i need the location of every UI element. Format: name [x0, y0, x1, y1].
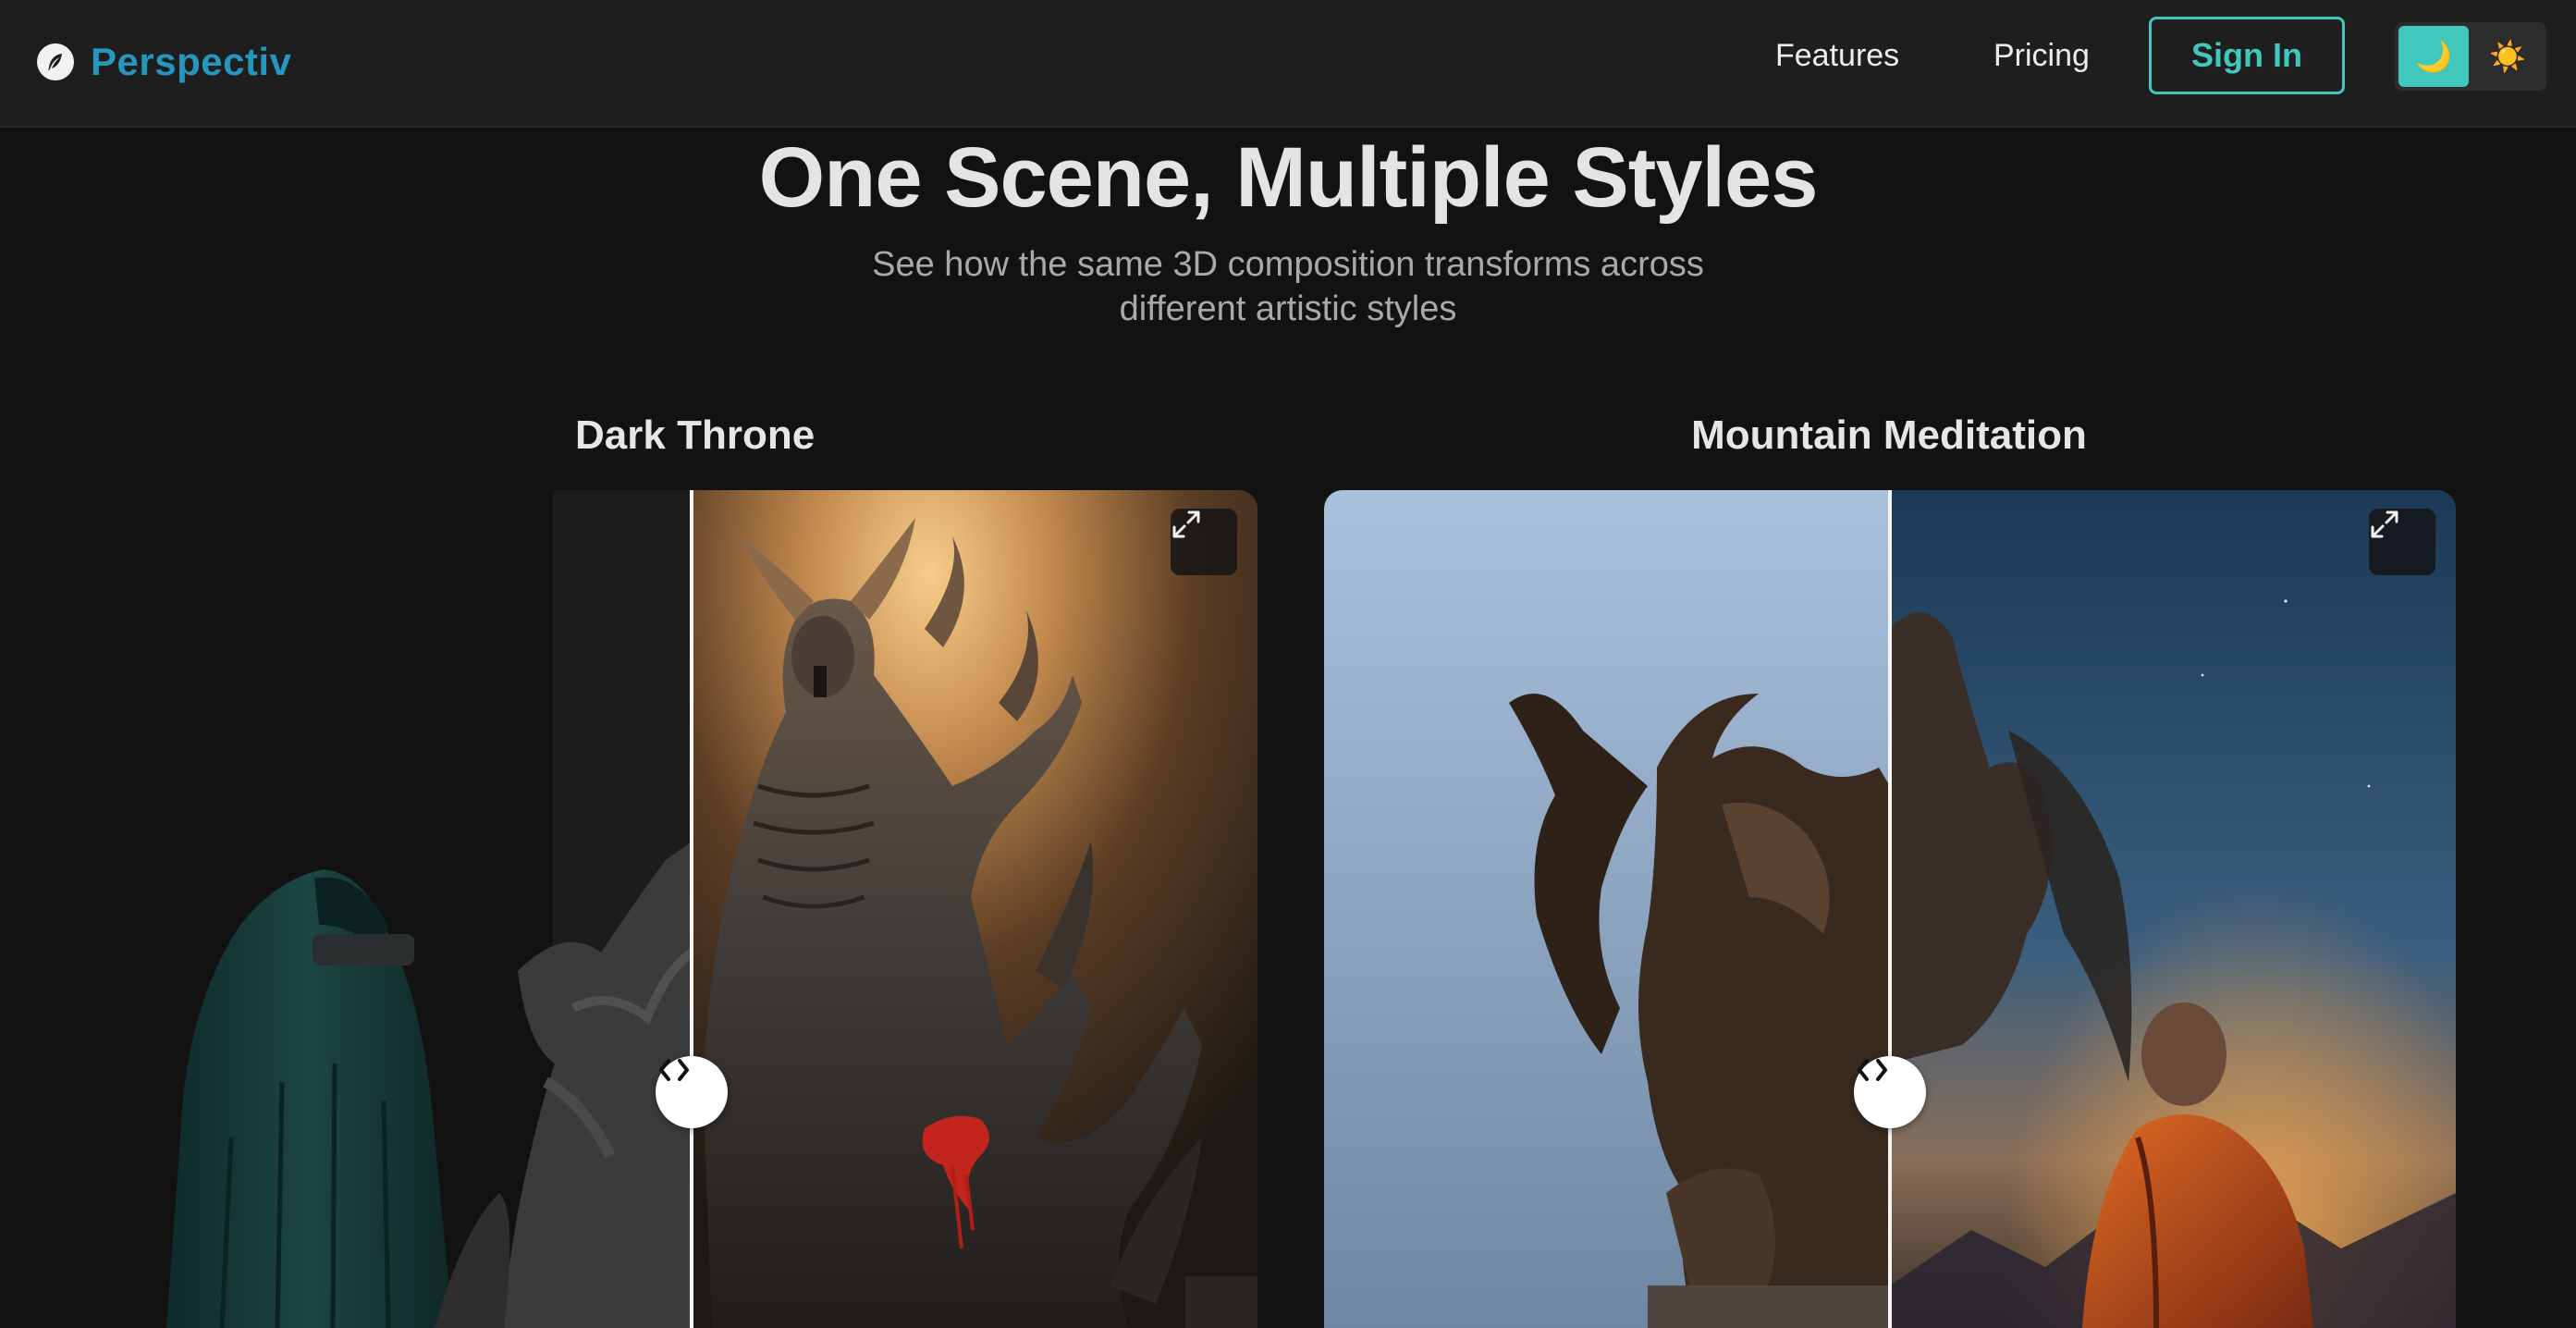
subtitle-line-2: different artistic styles — [1119, 289, 1457, 328]
chevrons-left-right-icon — [659, 1059, 689, 1081]
expand-icon — [1172, 510, 1200, 538]
brand-logo[interactable]: Perspectiv — [37, 33, 291, 91]
comparison-slider-dark-throne[interactable] — [0, 490, 1257, 1328]
chevrons-left-right-icon — [1858, 1059, 1887, 1081]
brand-name: Perspectiv — [91, 40, 292, 83]
comparison-divider — [690, 490, 693, 1328]
sign-in-button[interactable]: Sign In — [2149, 17, 2345, 94]
comparison-divider — [1888, 490, 1892, 1328]
feather-icon — [37, 43, 74, 80]
nav-link-pricing[interactable]: Pricing — [1993, 37, 2090, 74]
slider-handle[interactable] — [656, 1056, 728, 1128]
comparison-title-dark-throne: Dark Throne — [575, 412, 816, 458]
nav-link-features[interactable]: Features — [1775, 37, 1899, 74]
comparison-slider-mountain-meditation[interactable] — [1324, 490, 2456, 1328]
dark-mode-button[interactable]: 🌙 — [2398, 26, 2469, 87]
fullscreen-button[interactable] — [2369, 509, 2435, 575]
dark-throne-image — [0, 490, 1257, 1328]
subtitle-line-1: See how the same 3D composition transfor… — [872, 245, 1704, 284]
expand-icon — [2371, 510, 2398, 538]
theme-toggle: 🌙 ☀️ — [2395, 22, 2546, 91]
slider-handle[interactable] — [1854, 1056, 1926, 1128]
moon-icon: 🌙 — [2415, 40, 2452, 73]
fullscreen-button[interactable] — [1171, 509, 1237, 575]
comparison-title-mountain-meditation: Mountain Meditation — [1691, 412, 2087, 458]
section-title: One Scene, Multiple Styles — [758, 130, 1819, 225]
sun-icon: ☀️ — [2489, 40, 2526, 73]
top-navigation-bar: Perspectiv Features Pricing Sign In 🌙 ☀️ — [0, 0, 2576, 128]
section-subtitle: See how the same 3D composition transfor… — [826, 242, 1750, 331]
light-mode-button[interactable]: ☀️ — [2472, 26, 2543, 87]
